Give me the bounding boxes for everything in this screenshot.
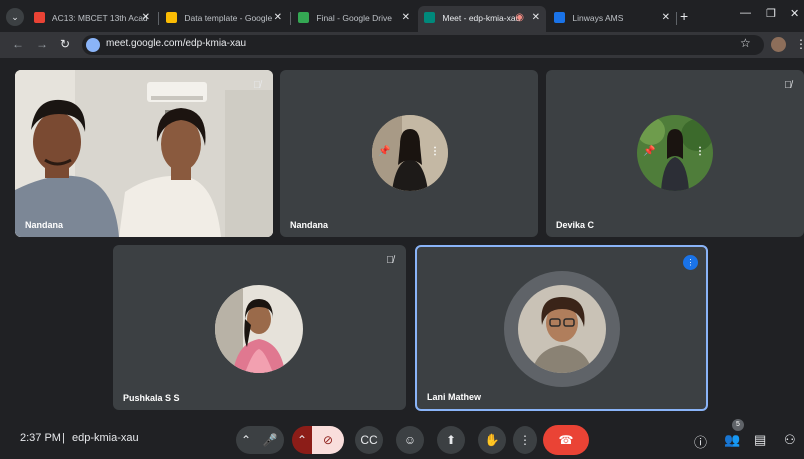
forward-icon[interactable]: → [36, 37, 48, 51]
participant-name: Pushkala S S [123, 393, 180, 403]
people-icon[interactable]: 👥 [724, 432, 740, 448]
mic-button[interactable]: 🎤 [256, 426, 284, 454]
people-count-badge: 5 [732, 419, 744, 431]
participant-avatar [518, 285, 606, 373]
mic-off-icon: 🎙̸ [253, 80, 261, 91]
meeting-time: 2:37 PM [20, 432, 61, 444]
more-options-button[interactable]: ⋮ [513, 426, 537, 454]
pin-icon[interactable]: 📌 [378, 146, 390, 157]
activities-icon[interactable]: ⚇ [784, 432, 796, 448]
participant-name: Devika C [556, 220, 595, 230]
more-options-icon[interactable]: ⋮ [695, 146, 705, 157]
recording-icon: ◉ [515, 12, 524, 23]
participant-tile[interactable]: 📌 ⋮ 🎙̸ Devika C [546, 70, 804, 237]
new-tab-button[interactable]: + [680, 8, 688, 24]
browser-tab-strip: ⌄ AC13: MBCET 13th Acad ✕ Data template … [0, 0, 804, 32]
video-options-button[interactable]: ⌃ [292, 426, 312, 454]
minimize-button[interactable]: — [740, 7, 751, 19]
close-icon[interactable]: ✕ [662, 6, 670, 30]
more-options-icon[interactable]: ⋮ [430, 146, 440, 157]
chat-icon[interactable]: ▤ [754, 432, 766, 448]
address-bar[interactable]: meet.google.com/edp-kmia-xau [82, 35, 764, 55]
close-icon[interactable]: ✕ [532, 6, 540, 30]
participant-tile-speaking[interactable]: ⋮ Lani Mathew [415, 245, 708, 411]
profile-avatar[interactable] [771, 37, 786, 52]
tab-divider [158, 12, 159, 25]
gmail-icon [34, 12, 45, 23]
meet-icon [424, 12, 435, 23]
tab-1[interactable]: AC13: MBCET 13th Acad ✕ [28, 6, 156, 32]
site-info-icon[interactable] [86, 38, 100, 52]
tab-search-button[interactable]: ⌄ [6, 8, 24, 26]
emoji-reaction-button[interactable]: ☺ [396, 426, 424, 454]
meeting-info-separator: | [62, 432, 65, 444]
participant-tile[interactable]: 🎙̸ Pushkala S S [113, 245, 406, 410]
tab-divider [676, 12, 677, 25]
drive-icon [298, 12, 309, 23]
present-screen-button[interactable]: ⬆ [437, 426, 465, 454]
tab-4-active[interactable]: Meet - edp-kmia-xau ◉ ✕ [418, 6, 546, 32]
participant-name: Nandana [290, 220, 329, 230]
close-icon[interactable]: ✕ [274, 6, 282, 30]
tab-title: Linways AMS [572, 13, 624, 23]
tab-2[interactable]: Data template - Google ✕ [160, 6, 288, 32]
tab-5[interactable]: Linways AMS ✕ [548, 6, 676, 32]
mic-off-icon: 🎙̸ [784, 80, 792, 91]
audio-options-button[interactable]: ⌃ [236, 426, 256, 454]
participant-video-feed [15, 70, 273, 237]
close-icon[interactable]: ✕ [402, 6, 410, 30]
participant-tile[interactable]: 📌 ⋮ Nandana [280, 70, 538, 237]
pin-icon[interactable]: 📌 [643, 146, 655, 157]
tab-title: Meet - edp-kmia-xau [442, 13, 521, 23]
camera-off-button[interactable]: ⊘ [312, 426, 344, 454]
participant-tile-video[interactable]: Nandana 🎙̸ [15, 70, 273, 237]
participant-name: Nandana [25, 220, 64, 230]
tab-title: Data template - Google [184, 13, 273, 23]
meeting-controls-bar: 2:37 PM | edp-kmia-xau ⌃ 🎤 ⌃ ⊘ CC ☺ ⬆ ✋ … [0, 418, 804, 459]
participant-avatar [215, 285, 303, 373]
url-text: meet.google.com/edp-kmia-xau [106, 38, 247, 49]
tab-3[interactable]: Final - Google Drive ✕ [292, 6, 416, 32]
meeting-code[interactable]: edp-kmia-xau [72, 432, 139, 444]
drive-icon [166, 12, 177, 23]
back-icon[interactable]: ← [12, 37, 24, 51]
raise-hand-button[interactable]: ✋ [478, 426, 506, 454]
mic-off-icon: 🎙̸ [386, 255, 394, 266]
leave-call-button[interactable]: ☎ [543, 425, 589, 455]
browser-toolbar: ← → ↻ meet.google.com/edp-kmia-xau ☆ ⋮ [0, 32, 804, 58]
linways-icon [554, 12, 565, 23]
reload-icon[interactable]: ↻ [60, 37, 70, 51]
bookmark-star-icon[interactable]: ☆ [740, 36, 751, 50]
tab-title: AC13: MBCET 13th Acad [51, 13, 148, 23]
close-icon[interactable]: ✕ [142, 6, 150, 30]
tab-title: Final - Google Drive [316, 13, 392, 23]
tab-divider [290, 12, 291, 25]
browser-menu-icon[interactable]: ⋮ [795, 37, 804, 51]
speaking-indicator-icon: ⋮ [683, 255, 698, 270]
participant-name: Lani Mathew [427, 392, 482, 402]
maximize-button[interactable]: ❐ [766, 7, 776, 20]
captions-button[interactable]: CC [355, 426, 383, 454]
meeting-details-icon[interactable]: ⓘ [694, 432, 707, 451]
close-window-button[interactable]: ✕ [790, 7, 799, 20]
